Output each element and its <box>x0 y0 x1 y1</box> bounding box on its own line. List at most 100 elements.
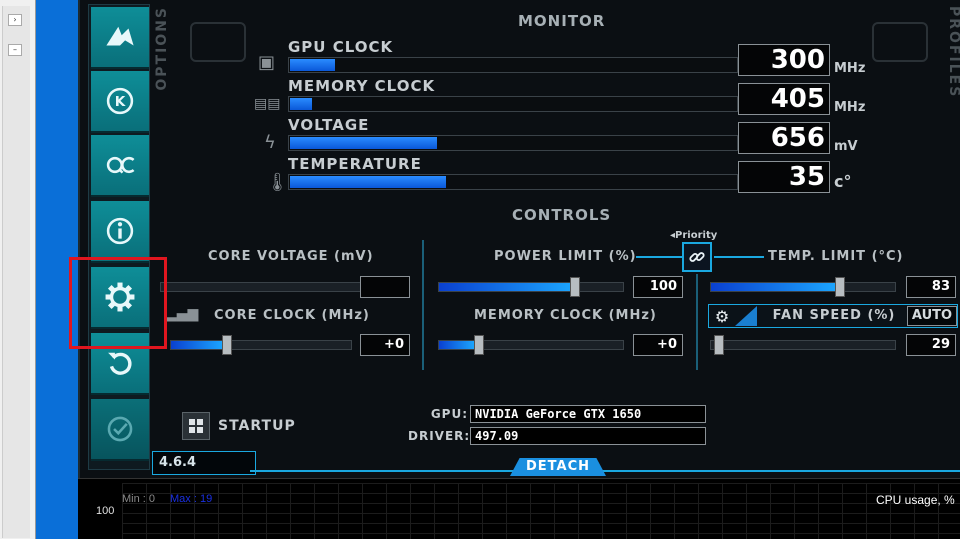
core-clock-label: CORE CLOCK (MHz) <box>214 308 370 323</box>
priority-text: Priority <box>675 230 718 241</box>
voltage-label: VOLTAGE <box>288 116 370 134</box>
fan-speed-slider[interactable] <box>710 335 896 355</box>
fan-speed-header: ⚙ FAN SPEED (%) AUTO <box>708 304 958 328</box>
memory-clock-value: 405 <box>738 83 830 115</box>
checkmark-icon <box>107 416 133 442</box>
graph-y-max-label: 100 <box>96 505 115 517</box>
settings-highlight-annotation <box>69 257 167 349</box>
memory-clock-slider[interactable] <box>438 335 624 355</box>
sidebar-apply-button[interactable] <box>91 399 149 461</box>
priority-label: ◂Priority <box>670 230 718 241</box>
sidebar-info-button[interactable] <box>91 201 149 263</box>
graph-max-label: Max : 19 <box>170 493 213 505</box>
host-window-edge: › – <box>0 0 36 539</box>
core-clock-input[interactable]: +0 <box>360 334 410 356</box>
power-limit-slider-knob[interactable] <box>570 277 580 297</box>
gpu-name-label: GPU: <box>430 407 468 421</box>
driver-label: DRIVER: <box>408 429 471 443</box>
core-voltage-label: CORE VOLTAGE (mV) <box>208 249 374 264</box>
controls-title: CONTROLS <box>512 206 612 224</box>
graph-min-label: Min : 0 <box>122 493 156 505</box>
memory-clock-control-label: MEMORY CLOCK (MHz) <box>474 308 657 323</box>
kombustor-icon: K <box>106 87 134 115</box>
memory-clock-bar <box>288 96 738 112</box>
priority-line-left <box>636 256 682 258</box>
memory-icon: ▤▤ <box>254 96 281 112</box>
priority-link-button[interactable] <box>682 242 712 272</box>
power-limit-slider[interactable] <box>438 277 624 297</box>
reset-icon <box>108 352 132 375</box>
graph-title: CPU usage, % <box>876 493 955 507</box>
temperature-bar <box>288 174 738 190</box>
core-clock-slider-fill <box>171 341 224 349</box>
power-limit-slider-fill <box>439 283 576 291</box>
fan-auto-button[interactable]: AUTO <box>907 306 957 326</box>
bottom-accent-line <box>250 470 960 472</box>
power-limit-input[interactable]: 100 <box>633 276 683 298</box>
core-voltage-input[interactable] <box>360 276 410 298</box>
fan-speed-input[interactable]: 29 <box>906 334 956 356</box>
startup-label: STARTUP <box>218 418 296 434</box>
afterburner-window: K OPTIONS PROFILES MONITOR ▣ GPU CLOCK 3… <box>78 0 960 478</box>
graph-grid <box>122 483 960 539</box>
temp-limit-slider-fill <box>711 283 840 291</box>
memory-clock-unit: MHz <box>834 100 866 115</box>
voltage-unit: mV <box>834 139 858 154</box>
host-scrollbar[interactable] <box>2 6 30 538</box>
msi-dragon-icon <box>106 26 134 46</box>
memory-clock-slider-fill <box>439 341 475 349</box>
fan-speed-slider-knob[interactable] <box>714 335 724 355</box>
sidebar-kombustor-button[interactable]: K <box>91 71 149 133</box>
core-clock-slider[interactable] <box>170 335 352 355</box>
gpu-clock-bar <box>288 57 738 73</box>
fan-speed-label: FAN SPEED (%) <box>772 308 896 323</box>
gpu-name-value: NVIDIA GeForce GTX 1650 <box>470 405 706 423</box>
priority-line-right <box>714 256 764 258</box>
voltage-value: 656 <box>738 122 830 154</box>
temp-limit-label: TEMP. LIMIT (°C) <box>768 249 904 264</box>
memory-clock-slider-knob[interactable] <box>474 335 484 355</box>
sidebar: K <box>88 4 150 470</box>
startup-toggle-button[interactable] <box>182 412 210 440</box>
temp-limit-input[interactable]: 83 <box>906 276 956 298</box>
core-clock-slider-knob[interactable] <box>222 335 232 355</box>
column-divider-1 <box>422 240 424 370</box>
options-tab[interactable]: OPTIONS <box>154 6 170 91</box>
profiles-tab[interactable]: PROFILES <box>946 6 960 98</box>
gpu-clock-label: GPU CLOCK <box>288 38 394 56</box>
corner-decoration-right <box>872 22 928 62</box>
sidebar-msi-logo-button[interactable] <box>91 7 149 69</box>
fan-curve-icon[interactable] <box>735 306 757 326</box>
screen: › – K OPTIONS PROFILES MONITOR ▣ GPU CLO… <box>0 0 960 539</box>
corner-decoration-left <box>190 22 246 62</box>
voltage-bar <box>288 135 738 151</box>
memory-clock-label: MEMORY CLOCK <box>288 77 436 95</box>
version-label: 4.6.4 <box>152 451 256 475</box>
temperature-bar-fill <box>290 176 446 188</box>
sidebar-oc-scanner-button[interactable] <box>91 135 149 197</box>
temperature-value: 35 <box>738 161 830 193</box>
hardware-monitor-graph[interactable]: Min : 0 Max : 19 100 CPU usage, % <box>78 478 960 539</box>
host-scroll-right-icon[interactable]: › <box>8 14 22 26</box>
temp-limit-slider-knob[interactable] <box>835 277 845 297</box>
voltage-bar-fill <box>290 137 437 149</box>
gpu-clock-value: 300 <box>738 44 830 76</box>
temp-limit-slider[interactable] <box>710 277 896 297</box>
host-minus-icon[interactable]: – <box>8 44 22 56</box>
power-limit-label: POWER LIMIT (%) <box>494 249 637 264</box>
column-divider-2 <box>696 274 698 370</box>
signal-bars-icon[interactable]: ▂▄▆ <box>166 306 198 322</box>
svg-text:K: K <box>115 94 126 110</box>
chip-icon: ▣ <box>258 52 276 73</box>
link-icon <box>689 252 705 262</box>
memory-clock-bar-fill <box>290 98 312 110</box>
temperature-unit: c° <box>834 172 852 191</box>
lightning-icon: ϟ <box>264 132 276 153</box>
gpu-clock-unit: MHz <box>834 61 866 76</box>
detach-button[interactable]: DETACH <box>510 458 606 476</box>
memory-clock-input[interactable]: +0 <box>633 334 683 356</box>
monitor-title: MONITOR <box>518 12 606 30</box>
windows-icon <box>189 419 203 433</box>
fan-settings-gear-icon[interactable]: ⚙ <box>711 306 733 326</box>
info-icon <box>106 217 134 245</box>
